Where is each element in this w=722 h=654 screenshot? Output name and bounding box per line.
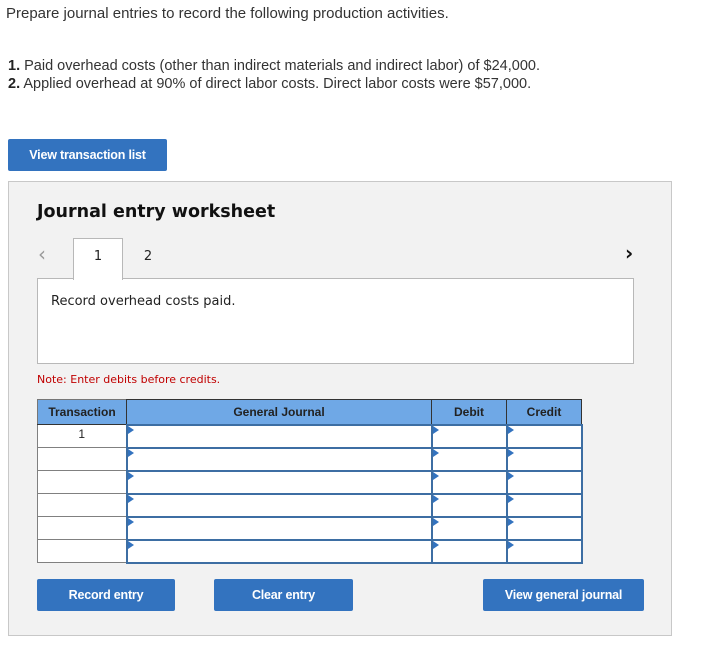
item-number: 2. xyxy=(8,76,21,92)
item-text: Applied overhead at 90% of direct labor … xyxy=(23,76,532,92)
tab-2[interactable]: 2 xyxy=(123,238,173,280)
worksheet-title: Journal entry worksheet xyxy=(37,202,276,222)
transaction-cell xyxy=(37,493,127,517)
cell-marker-icon xyxy=(507,517,514,526)
item-number: 1. xyxy=(8,58,21,74)
cell-marker-icon xyxy=(432,448,439,457)
cell-marker-icon xyxy=(127,448,134,457)
journal-table: Transaction General Journal Debit Credit… xyxy=(37,399,583,564)
view-transaction-list-button[interactable]: View transaction list xyxy=(8,139,167,171)
cell-marker-icon xyxy=(432,471,439,480)
cell-marker-icon xyxy=(507,448,514,457)
table-row xyxy=(37,538,583,564)
header-transaction: Transaction xyxy=(37,399,127,425)
tab-1[interactable]: 1 xyxy=(73,238,123,280)
table-row: 1 xyxy=(37,423,583,449)
transaction-cell xyxy=(37,447,127,471)
account-select[interactable] xyxy=(125,515,433,541)
header-debit: Debit xyxy=(431,399,507,425)
account-select[interactable] xyxy=(125,446,433,472)
journal-entry-worksheet: Journal entry worksheet ‹ › 1 2 Record o… xyxy=(8,181,672,636)
cell-marker-icon xyxy=(432,517,439,526)
credit-input[interactable] xyxy=(505,469,583,495)
transaction-cell xyxy=(37,539,127,563)
entry-description-box: Record overhead costs paid. xyxy=(37,278,634,364)
credit-input[interactable] xyxy=(505,423,583,449)
cell-marker-icon xyxy=(432,540,439,549)
credit-input[interactable] xyxy=(505,538,583,564)
credit-input[interactable] xyxy=(505,492,583,518)
debit-input[interactable] xyxy=(430,423,508,449)
credit-input[interactable] xyxy=(505,515,583,541)
debit-input[interactable] xyxy=(430,446,508,472)
cell-marker-icon xyxy=(507,425,514,434)
cell-marker-icon xyxy=(127,425,134,434)
cell-marker-icon xyxy=(507,471,514,480)
activity-list: 1. Paid overhead costs (other than indir… xyxy=(8,57,540,93)
clear-entry-button[interactable]: Clear entry xyxy=(214,579,353,611)
activity-item: 1. Paid overhead costs (other than indir… xyxy=(8,57,540,75)
item-text: Paid overhead costs (other than indirect… xyxy=(24,58,540,74)
note-text: Note: Enter debits before credits. xyxy=(37,373,221,386)
instructions-text: Prepare journal entries to record the fo… xyxy=(6,5,449,22)
debit-input[interactable] xyxy=(430,538,508,564)
account-select[interactable] xyxy=(125,469,433,495)
cell-marker-icon xyxy=(127,517,134,526)
cell-marker-icon xyxy=(127,471,134,480)
activity-item: 2. Applied overhead at 90% of direct lab… xyxy=(8,75,540,93)
account-select[interactable] xyxy=(125,423,433,449)
header-credit: Credit xyxy=(506,399,582,425)
account-select[interactable] xyxy=(125,492,433,518)
debit-input[interactable] xyxy=(430,469,508,495)
transaction-cell xyxy=(37,516,127,540)
chevron-left-icon[interactable]: ‹ xyxy=(38,242,46,266)
header-general-journal: General Journal xyxy=(126,399,432,425)
table-header-row: Transaction General Journal Debit Credit xyxy=(37,399,582,425)
credit-input[interactable] xyxy=(505,446,583,472)
table-row xyxy=(37,492,583,518)
cell-marker-icon xyxy=(507,540,514,549)
view-general-journal-button[interactable]: View general journal xyxy=(483,579,644,611)
table-row xyxy=(37,446,583,472)
cell-marker-icon xyxy=(127,540,134,549)
record-entry-button[interactable]: Record entry xyxy=(37,579,175,611)
cell-marker-icon xyxy=(432,494,439,503)
cell-marker-icon xyxy=(507,494,514,503)
cell-marker-icon xyxy=(432,425,439,434)
transaction-cell: 1 xyxy=(37,424,127,448)
cell-marker-icon xyxy=(127,494,134,503)
table-row xyxy=(37,469,583,495)
entry-description: Record overhead costs paid. xyxy=(51,294,236,309)
chevron-right-icon[interactable]: › xyxy=(625,241,633,265)
transaction-cell xyxy=(37,470,127,494)
table-row xyxy=(37,515,583,541)
account-select[interactable] xyxy=(125,538,433,564)
debit-input[interactable] xyxy=(430,515,508,541)
debit-input[interactable] xyxy=(430,492,508,518)
